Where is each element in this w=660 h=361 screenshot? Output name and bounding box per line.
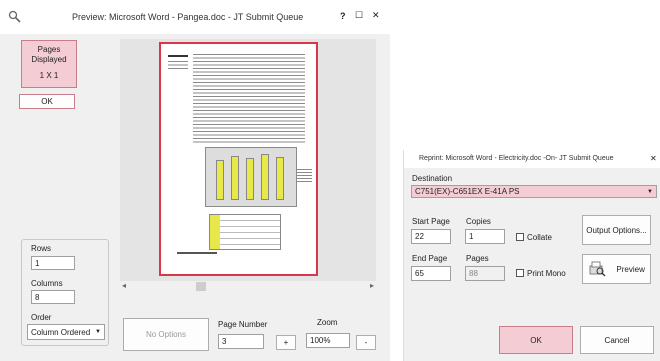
page-number-field[interactable]: 3 (218, 334, 264, 349)
reprint-ok-button[interactable]: OK (499, 326, 573, 354)
reprint-titlebar: Reprint: Microsoft Word - Electricity.do… (404, 150, 660, 168)
collate-checkbox[interactable] (516, 233, 524, 241)
chart-bar (216, 160, 224, 200)
horizontal-scrollbar[interactable]: ◂ ▸ (120, 281, 376, 293)
maximize-button[interactable]: ☐ (355, 10, 363, 21)
page-number-label: Page Number (218, 320, 268, 329)
rows-field[interactable]: 1 (31, 256, 75, 270)
rows-label: Rows (31, 244, 52, 253)
zoom-label: Zoom (317, 318, 338, 327)
print-preview-icon (588, 260, 606, 278)
chart-legend (297, 169, 312, 183)
pages-field: 88 (465, 266, 505, 281)
page-chart (205, 147, 297, 207)
reprint-close-button[interactable]: ✕ (650, 154, 657, 163)
chart-bar (231, 156, 239, 200)
pages-displayed-box[interactable]: Pages Displayed 1 X 1 (21, 40, 77, 88)
preview-pane[interactable]: ◂ ▸ (120, 39, 376, 293)
preview-window: Preview: Microsoft Word - Pangea.doc - J… (0, 0, 390, 361)
reprint-dialog-title: Reprint: Microsoft Word - Electricity.do… (419, 155, 614, 162)
no-options-button[interactable]: No Options (123, 318, 209, 351)
print-mono-label: Print Mono (527, 269, 566, 278)
destination-label: Destination (412, 174, 453, 183)
start-page-label: Start Page (412, 217, 450, 226)
destination-value: C751(EX)-C651EX E-41A PS (415, 187, 520, 196)
page-text-block (193, 54, 305, 144)
copies-label: Copies (466, 217, 491, 226)
columns-label: Columns (31, 279, 63, 288)
preview-button-label: Preview (616, 264, 645, 274)
end-page-field[interactable]: 65 (411, 266, 451, 281)
scroll-right-button[interactable]: ▸ (370, 281, 374, 290)
chart-bar (276, 157, 284, 200)
page-table (209, 214, 281, 250)
preview-ok-button[interactable]: OK (19, 94, 75, 109)
reprint-cancel-button[interactable]: Cancel (580, 326, 654, 354)
chevron-down-icon: ▼ (95, 329, 101, 335)
scroll-thumb[interactable] (196, 282, 206, 291)
zoom-field[interactable]: 100% (306, 333, 350, 348)
preview-page (159, 42, 318, 276)
preview-window-title: Preview: Microsoft Word - Pangea.doc - J… (72, 12, 304, 22)
start-page-field[interactable]: 22 (411, 229, 451, 244)
pages-displayed-value: 1 X 1 (39, 71, 59, 80)
scroll-left-button[interactable]: ◂ (122, 281, 126, 290)
page-text-block-left (168, 61, 188, 71)
zoom-minus-button[interactable]: - (356, 335, 376, 350)
close-button[interactable]: ✕ (372, 10, 380, 21)
page-plus-button[interactable]: + (276, 335, 296, 350)
page-heading (168, 55, 188, 57)
collate-label: Collate (527, 233, 552, 242)
order-label: Order (31, 313, 52, 322)
order-value: Column Ordered (31, 327, 91, 337)
order-select[interactable]: Column Ordered ▼ (27, 324, 105, 340)
print-mono-checkbox[interactable] (516, 269, 524, 277)
pages-label: Pages (466, 254, 489, 263)
magnifier-icon (8, 10, 22, 24)
end-page-label: End Page (412, 254, 448, 263)
table-header-cell (210, 215, 220, 249)
copies-field[interactable]: 1 (465, 229, 505, 244)
columns-field[interactable]: 8 (31, 290, 75, 304)
output-options-button[interactable]: Output Options... (582, 215, 651, 245)
layout-panel: Rows 1 Columns 8 Order Column Ordered ▼ (21, 239, 109, 346)
pages-displayed-label: Pages Displayed (31, 45, 67, 64)
page-footer-text (177, 252, 217, 254)
destination-select[interactable]: C751(EX)-C651EX E-41A PS ▼ (411, 185, 657, 198)
preview-titlebar: Preview: Microsoft Word - Pangea.doc - J… (0, 0, 390, 34)
chart-bar (246, 158, 254, 200)
reprint-dialog: Reprint: Microsoft Word - Electricity.do… (403, 150, 660, 361)
preview-button[interactable]: Preview (582, 254, 651, 284)
help-button[interactable]: ? (340, 11, 346, 21)
chart-bar (261, 154, 269, 200)
chevron-down-icon: ▼ (647, 188, 653, 195)
